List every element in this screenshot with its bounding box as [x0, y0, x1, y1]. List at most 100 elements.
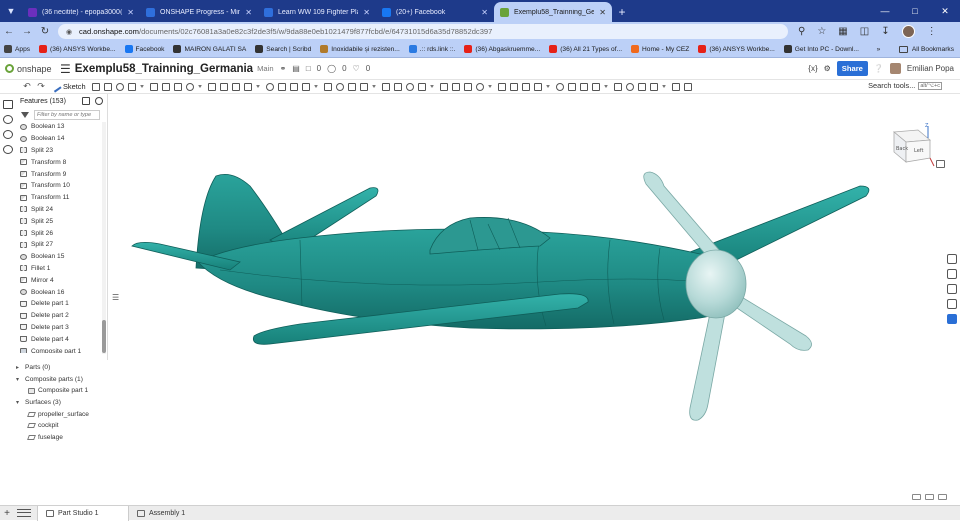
- bookmark-item[interactable]: (36) All 21 Types of...: [549, 45, 622, 53]
- feature-item[interactable]: Fillet 1: [16, 263, 100, 275]
- surface-item[interactable]: fuselage: [16, 432, 108, 444]
- feature-item[interactable]: Split 27: [16, 239, 100, 251]
- feature-item[interactable]: Delete part 4: [16, 333, 100, 345]
- close-tab-icon[interactable]: ✕: [481, 8, 488, 17]
- bookmark-star-icon[interactable]: ☆: [817, 26, 826, 37]
- close-tab-icon[interactable]: ✕: [363, 8, 370, 17]
- add-folder-icon[interactable]: [82, 97, 90, 105]
- link-icon[interactable]: ⚭: [280, 64, 287, 73]
- tab-assembly[interactable]: Assembly 1: [129, 506, 221, 521]
- extrude-tool-icon[interactable]: [91, 82, 100, 91]
- dropdown-caret-icon[interactable]: [429, 85, 434, 88]
- bookmarks-overflow-icon[interactable]: »: [877, 46, 881, 53]
- appearance-icon[interactable]: [947, 254, 957, 264]
- feature-list-icon[interactable]: [3, 100, 13, 109]
- dropdown-caret-icon[interactable]: [139, 85, 144, 88]
- thicken-tool-icon[interactable]: [149, 82, 158, 91]
- redo-icon[interactable]: ↷: [34, 81, 48, 92]
- browser-tab[interactable]: (20+) Facebook ✕: [376, 2, 494, 22]
- tab-list-icon[interactable]: [17, 509, 31, 517]
- surface-item[interactable]: cockpit: [16, 420, 108, 432]
- mass-properties-icon[interactable]: [947, 284, 957, 294]
- browser-tab[interactable]: Learn WW 109 Fighter Plane Pa ✕: [258, 2, 376, 22]
- surface-item[interactable]: propeller_surface: [16, 408, 108, 420]
- section-tool-icon[interactable]: [451, 82, 460, 91]
- variables-icon[interactable]: {x}: [808, 64, 817, 73]
- site-info-icon[interactable]: ◉: [66, 28, 74, 36]
- boolean-tool-icon[interactable]: [277, 82, 286, 91]
- sheet-metal-tool-icon[interactable]: [475, 82, 484, 91]
- hole-tool-icon[interactable]: [207, 82, 216, 91]
- branch-label[interactable]: Main: [257, 64, 273, 73]
- sweep-tool-icon[interactable]: [115, 82, 124, 91]
- curve-tool-icon[interactable]: [591, 82, 600, 91]
- browser-tab[interactable]: ONSHAPE Progress - Mind Lum ✕: [140, 2, 258, 22]
- helix-tool-icon[interactable]: [347, 82, 356, 91]
- bookmark-item[interactable]: Apps: [4, 45, 30, 53]
- enclose-tool-icon[interactable]: [161, 82, 170, 91]
- history-icon[interactable]: [3, 145, 13, 154]
- close-window-icon[interactable]: ✕: [930, 0, 960, 22]
- new-tab-button[interactable]: +: [612, 2, 632, 22]
- dropdown-caret-icon[interactable]: [197, 85, 202, 88]
- feature-scrollbar[interactable]: [102, 122, 106, 354]
- close-tab-icon[interactable]: ✕: [245, 8, 252, 17]
- configurations-icon[interactable]: [3, 130, 13, 139]
- filter-icon[interactable]: [21, 111, 29, 118]
- surface-tool-icon[interactable]: [509, 82, 518, 91]
- composite-parts-group[interactable]: ▾ Composite parts (1): [16, 374, 108, 386]
- tab-search-chevron-icon[interactable]: ▼: [0, 0, 22, 22]
- view-cube[interactable]: Z Back Left: [876, 122, 936, 170]
- onshape-logo[interactable]: onshape: [0, 64, 56, 74]
- feature-item[interactable]: Transform 8: [16, 156, 100, 168]
- fit-spline-tool-icon[interactable]: [613, 82, 622, 91]
- panel-toggle-icon[interactable]: ☰: [112, 293, 122, 302]
- feature-item[interactable]: Transform 9: [16, 168, 100, 180]
- feature-item[interactable]: Mirror 4: [16, 274, 100, 286]
- dropdown-caret-icon[interactable]: [661, 85, 666, 88]
- graphics-viewport[interactable]: [124, 94, 944, 504]
- bookmark-item[interactable]: Get Into PC - Downl...: [783, 45, 859, 53]
- feature-item[interactable]: Delete part 2: [16, 310, 100, 322]
- feature-item[interactable]: Boolean 13: [16, 121, 100, 133]
- fillet-tool-icon[interactable]: [173, 82, 182, 91]
- browser-tab[interactable]: Exemplu58_Trainning_Germania ✕: [494, 2, 612, 22]
- render-tool-icon[interactable]: [683, 82, 692, 91]
- maximize-icon[interactable]: □: [900, 0, 930, 22]
- bookmark-item[interactable]: .:: rds.link ::.: [408, 45, 455, 53]
- close-tab-icon[interactable]: ✕: [599, 8, 606, 17]
- dropdown-caret-icon[interactable]: [487, 85, 492, 88]
- feature-item[interactable]: Transform 11: [16, 192, 100, 204]
- bom-icon[interactable]: [947, 269, 957, 279]
- point-tool-icon[interactable]: [381, 82, 390, 91]
- feature-scrollbar-thumb[interactable]: [102, 320, 106, 353]
- comments-icon[interactable]: [3, 115, 13, 124]
- fullscreen-icon[interactable]: [925, 494, 934, 500]
- feature-item[interactable]: Split 24: [16, 204, 100, 216]
- projected-tool-icon[interactable]: [625, 82, 634, 91]
- parts-group[interactable]: ▸ Parts (0): [16, 362, 108, 374]
- browser-menu-icon[interactable]: ⋮: [927, 26, 937, 37]
- mirror-tool-icon[interactable]: [335, 82, 344, 91]
- help-icon[interactable]: ❔: [874, 64, 884, 73]
- zoom-icon[interactable]: ⚲: [798, 26, 805, 37]
- render-icon[interactable]: [947, 314, 957, 324]
- wrap-tool-icon[interactable]: [265, 82, 274, 91]
- user-name[interactable]: Emilian Popa: [907, 64, 954, 73]
- sketch-button[interactable]: Sketch: [50, 80, 86, 93]
- tab-part-studio[interactable]: Part Studio 1: [37, 505, 129, 521]
- share-button[interactable]: Share: [836, 61, 868, 76]
- feature-item[interactable]: Delete part 1: [16, 298, 100, 310]
- pattern-tool-icon[interactable]: [323, 82, 332, 91]
- document-menu-icon[interactable]: ☰: [60, 62, 71, 76]
- version-count-icon[interactable]: □: [306, 64, 311, 73]
- shell-tool-icon[interactable]: [243, 82, 252, 91]
- feature-item[interactable]: Split 25: [16, 215, 100, 227]
- minimize-icon[interactable]: —: [870, 0, 900, 22]
- split-tool-icon[interactable]: [289, 82, 298, 91]
- bookmark-item[interactable]: Facebook: [124, 45, 164, 53]
- import-tool-icon[interactable]: [417, 82, 426, 91]
- bookmark-item[interactable]: MAIRON GALATI SA: [173, 45, 246, 53]
- feature-item[interactable]: Boolean 14: [16, 133, 100, 145]
- sidepanel-icon[interactable]: ◫: [860, 26, 869, 37]
